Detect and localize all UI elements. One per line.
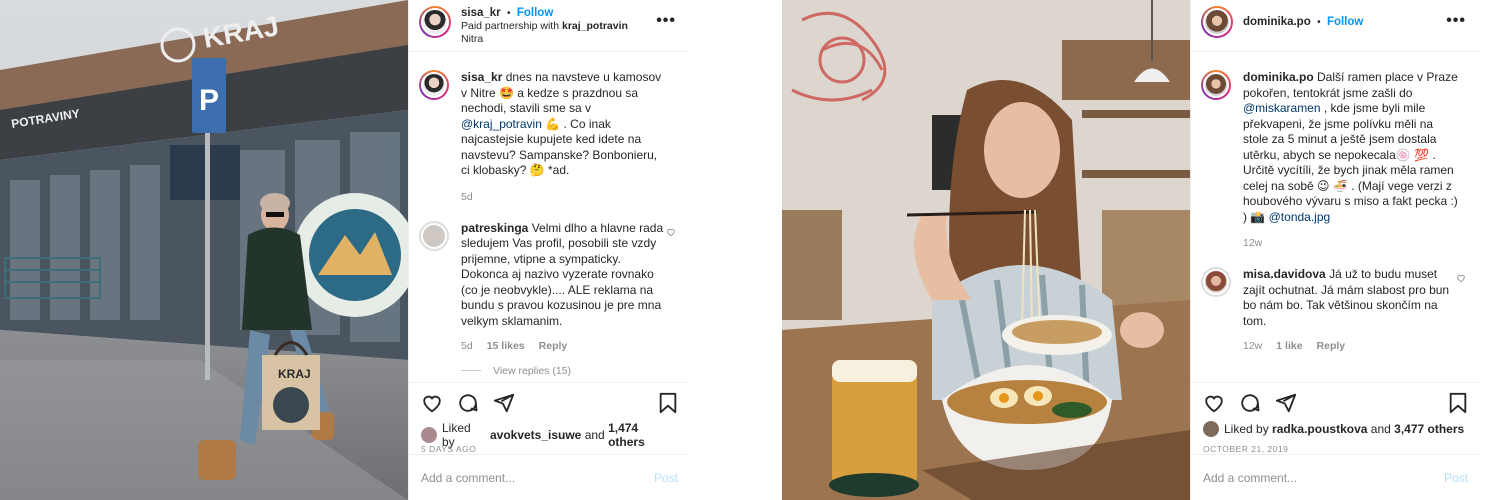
author-avatar[interactable] xyxy=(1201,6,1233,38)
like-heart-icon[interactable] xyxy=(1203,392,1225,414)
liked-by-and: and xyxy=(1370,422,1391,436)
caption: sisa_kr dnes na navsteve u kamosov v Nit… xyxy=(419,70,678,179)
commenter-username[interactable]: patreskinga xyxy=(461,221,528,235)
view-replies-label: View replies (15) xyxy=(493,364,572,377)
comment: patreskinga Velmi dlho a hlavne rada sle… xyxy=(419,220,678,355)
post-photo[interactable]: P KRAJ POTRAVINY KRAJ xyxy=(0,0,408,500)
replies-line xyxy=(461,370,481,371)
commenter-username[interactable]: misa.davidova xyxy=(1243,267,1326,281)
caption-avatar[interactable] xyxy=(419,70,449,100)
caption-mention[interactable]: @miskaramen xyxy=(1243,101,1321,115)
comment: misa.davidova Já už to budu muset zajít … xyxy=(1201,267,1468,355)
post-date[interactable]: OCTOBER 21, 2019 xyxy=(1203,444,1288,454)
post-side-panel: sisa_kr • Follow Paid partnership with k… xyxy=(408,0,690,500)
follow-button[interactable]: Follow xyxy=(517,7,553,19)
paid-partnership-label: Paid partnership with kraj_potravin xyxy=(461,20,628,33)
liked-by-user[interactable]: avokvets_isuwe xyxy=(490,428,581,442)
commenter-avatar[interactable] xyxy=(1201,267,1231,297)
author-avatar[interactable] xyxy=(419,6,451,38)
save-bookmark-icon[interactable] xyxy=(1448,392,1468,414)
instagram-post-1: P KRAJ POTRAVINY KRAJ sisa_kr • Follow P… xyxy=(0,0,690,500)
liked-by-user[interactable]: radka.poustkova xyxy=(1272,422,1367,436)
more-options-button[interactable]: ••• xyxy=(656,12,676,30)
comments-area[interactable]: dominika.po Další ramen place v Praze po… xyxy=(1191,60,1480,380)
separator-dot: • xyxy=(507,8,511,19)
save-bookmark-icon[interactable] xyxy=(658,392,678,414)
liked-by-others[interactable]: 3,477 others xyxy=(1394,422,1464,436)
post-actions: Liked by avokvets_isuwe and 1,474 others xyxy=(409,382,690,449)
caption-timestamp: 12w xyxy=(1243,237,1263,249)
post-comment-button[interactable]: Post xyxy=(654,471,678,485)
liked-by-and: and xyxy=(584,428,605,442)
follow-button[interactable]: Follow xyxy=(1327,16,1363,28)
comment-text: Velmi dlho a hlavne rada sledujem Vas pr… xyxy=(461,220,664,328)
store-front-photo: P KRAJ POTRAVINY KRAJ xyxy=(0,0,408,500)
comment-timestamp: 5d xyxy=(461,340,473,352)
instagram-post-2: dominika.po • Follow ••• dominika.po Dal… xyxy=(782,0,1500,500)
share-paper-plane-icon[interactable] xyxy=(493,392,515,414)
comment-like-count[interactable]: 15 likes xyxy=(487,339,525,355)
caption-mention[interactable]: @kraj_potravin xyxy=(461,117,542,131)
liked-by-others[interactable]: 1,474 others xyxy=(608,421,678,449)
caption-username[interactable]: sisa_kr xyxy=(461,70,502,84)
caption-avatar[interactable] xyxy=(1201,70,1231,100)
share-paper-plane-icon[interactable] xyxy=(1275,392,1297,414)
post-side-panel: dominika.po • Follow ••• dominika.po Dal… xyxy=(1190,0,1480,500)
bag-logo: KRAJ xyxy=(278,367,311,381)
post-actions: Liked by radka.poustkova and 3,477 other… xyxy=(1191,382,1480,440)
post-header: dominika.po • Follow ••• xyxy=(1191,0,1480,52)
liker-avatar[interactable] xyxy=(421,427,437,443)
liked-by-prefix: Liked by xyxy=(1224,422,1269,436)
partner-link[interactable]: kraj_potravin xyxy=(562,20,628,32)
ramen-restaurant-photo xyxy=(782,0,1190,500)
view-replies-button[interactable]: View replies (15) xyxy=(461,365,678,377)
comment-meta: 5d 15 likes Reply xyxy=(461,339,668,355)
location-link[interactable]: Nitra xyxy=(461,33,628,46)
post-header: sisa_kr • Follow Paid partnership with k… xyxy=(409,0,690,52)
parking-sign-letter: P xyxy=(199,84,219,117)
add-comment-bar: Post xyxy=(1191,454,1480,500)
comments-area[interactable]: sisa_kr dnes na navsteve u kamosov v Nit… xyxy=(409,60,690,380)
comment-like-heart-icon[interactable] xyxy=(666,227,676,237)
like-heart-icon[interactable] xyxy=(421,392,443,414)
more-options-button[interactable]: ••• xyxy=(1446,12,1466,30)
separator-dot: • xyxy=(1317,17,1321,28)
liker-avatar[interactable] xyxy=(1203,421,1219,437)
add-comment-input[interactable] xyxy=(421,470,654,485)
caption-timestamp: 5d xyxy=(461,190,473,203)
liked-by-line: Liked by radka.poustkova and 3,477 other… xyxy=(1203,421,1468,437)
add-comment-input[interactable] xyxy=(1203,470,1444,485)
author-username[interactable]: dominika.po xyxy=(1243,16,1311,28)
comment-bubble-icon[interactable] xyxy=(1239,392,1261,414)
reply-button[interactable]: Reply xyxy=(539,339,568,355)
comment-like-count[interactable]: 1 like xyxy=(1276,339,1302,355)
comment-meta: 12w 1 like Reply xyxy=(1243,339,1458,355)
post-comment-button[interactable]: Post xyxy=(1444,471,1468,485)
post-date[interactable]: 5 DAYS AGO xyxy=(421,444,476,454)
post-photo[interactable] xyxy=(782,0,1190,500)
comment-timestamp: 12w xyxy=(1243,340,1263,352)
caption-text-part2: , kde jsme byli mile překvapeni, že jsme… xyxy=(1243,101,1458,224)
caption-username[interactable]: dominika.po xyxy=(1243,70,1314,84)
caption-mention-photographer[interactable]: @tonda.jpg xyxy=(1269,210,1331,224)
comment-like-heart-icon[interactable] xyxy=(1456,273,1466,283)
partnership-prefix: Paid partnership with xyxy=(461,20,560,32)
comment-bubble-icon[interactable] xyxy=(457,392,479,414)
commenter-avatar[interactable] xyxy=(419,220,449,251)
reply-button[interactable]: Reply xyxy=(1317,339,1346,355)
caption: dominika.po Další ramen place v Praze po… xyxy=(1201,70,1468,225)
add-comment-bar: Post xyxy=(409,454,690,500)
author-username[interactable]: sisa_kr xyxy=(461,7,501,19)
